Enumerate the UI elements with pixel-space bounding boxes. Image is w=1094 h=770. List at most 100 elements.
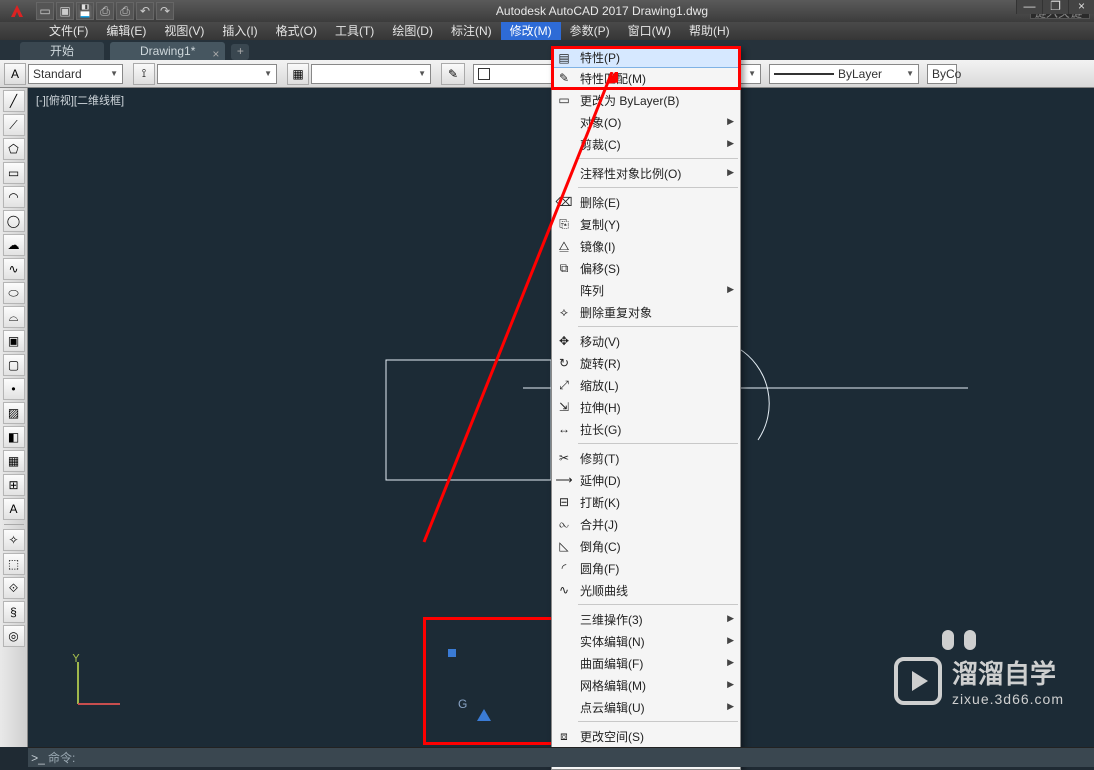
tool-mtext-icon[interactable]: A <box>3 498 25 520</box>
tool-pline-icon[interactable]: ⟋ <box>3 114 25 136</box>
qat-plot-icon[interactable]: ⎙ <box>116 2 134 20</box>
brush-icon[interactable]: ✎ <box>441 63 465 85</box>
menu-file[interactable]: 文件(F) <box>40 22 97 40</box>
menu-item[interactable]: ⊟打断(K) <box>552 491 740 513</box>
qat-undo-icon[interactable]: ↶ <box>136 2 154 20</box>
menu-item[interactable]: 实体编辑(N)▶ <box>552 630 740 652</box>
submenu-arrow-icon: ▶ <box>727 167 734 178</box>
menu-item[interactable]: ↔拉长(G) <box>552 418 740 440</box>
menu-item[interactable]: ✂修剪(T) <box>552 447 740 469</box>
menu-item-label: 曲面编辑(F) <box>580 655 643 672</box>
tool-arc-icon[interactable]: ◠ <box>3 186 25 208</box>
menu-item[interactable]: ✎特性匹配(M) <box>552 67 740 89</box>
menu-item[interactable]: 点云编辑(U)▶ <box>552 696 740 718</box>
dimstyle-combo[interactable]: ▼ <box>157 64 277 84</box>
tab-drawing1[interactable]: Drawing1* × <box>110 42 225 60</box>
tool-ellipse-icon[interactable]: ⬭ <box>3 282 25 304</box>
menu-item[interactable]: ∿光顺曲线 <box>552 579 740 601</box>
tool-ellipsearc-icon[interactable]: ⌓ <box>3 306 25 328</box>
menu-view[interactable]: 视图(V) <box>155 22 213 40</box>
menu-item[interactable]: 网格编辑(M)▶ <box>552 674 740 696</box>
tool-donut-icon[interactable]: ◎ <box>3 625 25 647</box>
tool-gradient-icon[interactable]: ◧ <box>3 426 25 448</box>
tool-point-icon[interactable]: • <box>3 378 25 400</box>
menu-item[interactable]: 剪裁(C)▶ <box>552 133 740 155</box>
command-bar[interactable]: >_ 命令: <box>28 747 1094 767</box>
tool-wipeout-icon[interactable]: ⬚ <box>3 553 25 575</box>
menu-item[interactable]: 注释性对象比例(O)▶ <box>552 162 740 184</box>
menu-item[interactable]: 三维操作(3)▶ <box>552 608 740 630</box>
menu-modify[interactable]: 修改(M) <box>501 22 561 40</box>
tool-3dpoly-icon[interactable]: ⟐ <box>3 577 25 599</box>
menu-dimension[interactable]: 标注(N) <box>442 22 501 40</box>
tab-close-icon[interactable]: × <box>212 45 219 63</box>
watermark: 溜溜自学 zixue.3d66.com <box>894 654 1064 707</box>
menu-item[interactable]: ◜圆角(F) <box>552 557 740 579</box>
menu-item[interactable]: 阵列▶ <box>552 279 740 301</box>
tool-hatch-icon[interactable]: ▨ <box>3 402 25 424</box>
menu-item[interactable]: ⧉偏移(S) <box>552 257 740 279</box>
menu-separator <box>578 721 738 722</box>
tab-add-button[interactable]: + <box>231 44 249 60</box>
tool-rectangle-icon[interactable]: ▭ <box>3 162 25 184</box>
tool-polygon-icon[interactable]: ⬠ <box>3 138 25 160</box>
menu-item[interactable]: ✥移动(V) <box>552 330 740 352</box>
tablestyle-icon[interactable]: ▦ <box>287 63 309 85</box>
tool-region-icon[interactable]: ▦ <box>3 450 25 472</box>
menu-item[interactable]: ⧈更改空间(S) <box>552 725 740 747</box>
menu-item[interactable]: ↻旋转(R) <box>552 352 740 374</box>
qat-open-icon[interactable]: ▣ <box>56 2 74 20</box>
textstyle-combo[interactable]: Standard▼ <box>28 64 123 84</box>
menu-item[interactable]: ▭更改为 ByLayer(B) <box>552 89 740 111</box>
menu-item-label: 删除重复对象 <box>580 304 652 321</box>
textstyle-icon[interactable]: A <box>4 63 26 85</box>
dimstyle-icon[interactable]: ⟟ <box>133 63 155 85</box>
watermark-play-icon <box>894 657 942 705</box>
qat-saveas-icon[interactable]: ⎙ <box>96 2 114 20</box>
tool-revcloud-icon[interactable]: ☁ <box>3 234 25 256</box>
tab-drawing1-label: Drawing1* <box>140 44 195 58</box>
menu-insert[interactable]: 插入(I) <box>213 22 266 40</box>
menu-item-label: 更改空间(S) <box>580 728 644 745</box>
menu-item[interactable]: 曲面编辑(F)▶ <box>552 652 740 674</box>
app-logo[interactable] <box>0 0 34 22</box>
menu-item[interactable]: ⤢缩放(L) <box>552 374 740 396</box>
menu-edit[interactable]: 编辑(E) <box>97 22 155 40</box>
qat-redo-icon[interactable]: ↷ <box>156 2 174 20</box>
menu-item[interactable]: ⇲拉伸(H) <box>552 396 740 418</box>
lineweight-combo[interactable]: ByLayer▼ <box>769 64 919 84</box>
tab-start[interactable]: 开始 <box>20 42 104 60</box>
qat-new-icon[interactable]: ▭ <box>36 2 54 20</box>
menu-help[interactable]: 帮助(H) <box>680 22 739 40</box>
menu-item[interactable]: ⎘复制(Y) <box>552 213 740 235</box>
tool-insert-icon[interactable]: ▣ <box>3 330 25 352</box>
menu-item[interactable]: ⧜合并(J) <box>552 513 740 535</box>
menu-item[interactable]: ⧋镜像(I) <box>552 235 740 257</box>
mdi-minimize-icon[interactable]: — <box>1016 0 1042 14</box>
menu-item[interactable]: ⟡删除重复对象 <box>552 301 740 323</box>
menu-window[interactable]: 窗口(W) <box>619 22 680 40</box>
tool-helix-icon[interactable]: § <box>3 601 25 623</box>
mdi-restore-icon[interactable]: ❐ <box>1042 0 1068 14</box>
menu-item[interactable]: ▤特性(P) <box>551 46 741 68</box>
menu-separator <box>578 326 738 327</box>
menu-format[interactable]: 格式(O) <box>267 22 326 40</box>
menu-draw[interactable]: 绘图(D) <box>383 22 442 40</box>
menu-item[interactable]: 对象(O)▶ <box>552 111 740 133</box>
tool-addselected-icon[interactable]: ✧ <box>3 529 25 551</box>
tool-spline-icon[interactable]: ∿ <box>3 258 25 280</box>
menu-parametric[interactable]: 参数(P) <box>561 22 619 40</box>
tablestyle-combo[interactable]: ▼ <box>311 64 431 84</box>
blend-icon: ∿ <box>556 582 572 598</box>
mdi-close-icon[interactable]: × <box>1068 0 1094 14</box>
menu-item[interactable]: ◺倒角(C) <box>552 535 740 557</box>
tool-line-icon[interactable]: ╱ <box>3 90 25 112</box>
tool-table-icon[interactable]: ⊞ <box>3 474 25 496</box>
qat-save-icon[interactable]: 💾 <box>76 2 94 20</box>
tool-block-icon[interactable]: ▢ <box>3 354 25 376</box>
tool-circle-icon[interactable]: ◯ <box>3 210 25 232</box>
menu-item[interactable]: ⟶延伸(D) <box>552 469 740 491</box>
plotstyle-combo[interactable]: ByCo <box>927 64 957 84</box>
menu-tools[interactable]: 工具(T) <box>326 22 383 40</box>
menu-item[interactable]: ⌫删除(E) <box>552 191 740 213</box>
